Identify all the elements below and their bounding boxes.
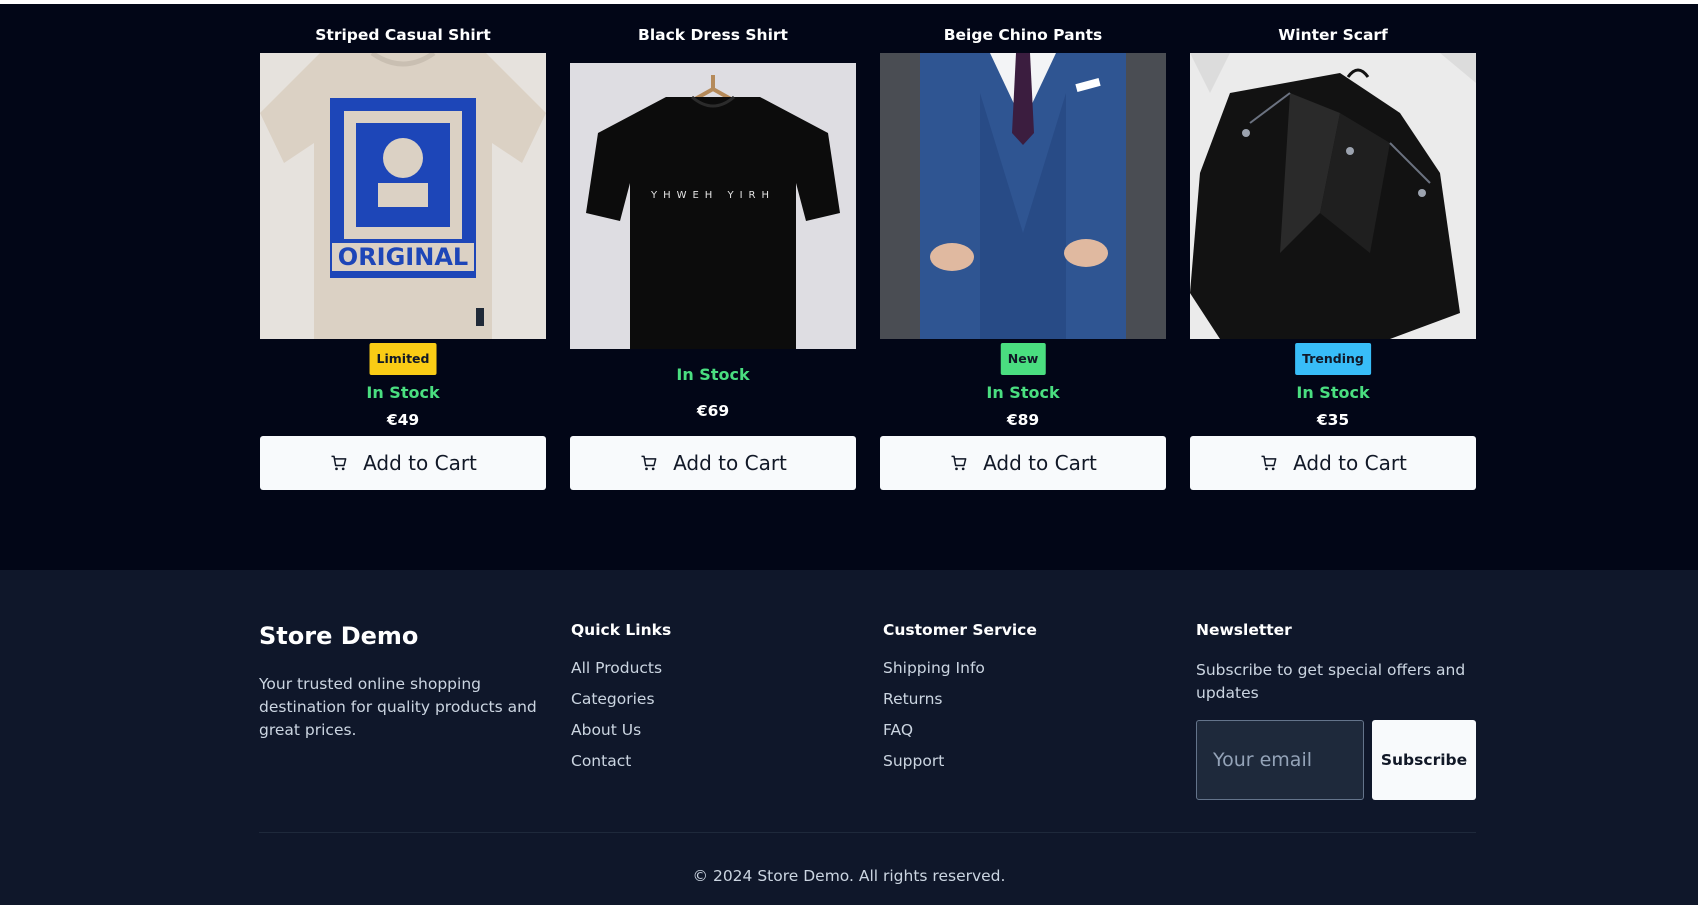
footer-brand: Store Demo bbox=[259, 622, 419, 650]
footer-link-shipping-info[interactable]: Shipping Info bbox=[883, 659, 985, 677]
product-image[interactable]: ORIGINAL bbox=[260, 53, 546, 339]
svg-text:YHWEH YIRH: YHWEH YIRH bbox=[650, 190, 775, 201]
newsletter-title: Newsletter bbox=[1196, 621, 1292, 639]
footer-tagline: Your trusted online shopping destination… bbox=[259, 675, 537, 739]
product-badge: Limited bbox=[369, 343, 437, 375]
svg-text:ORIGINAL: ORIGINAL bbox=[338, 243, 468, 271]
product-price: €89 bbox=[1006, 411, 1040, 429]
footer-divider bbox=[259, 832, 1476, 833]
add-to-cart-button[interactable]: Add to Cart bbox=[570, 436, 856, 490]
product-image[interactable] bbox=[1190, 53, 1476, 339]
product-price: €69 bbox=[696, 402, 730, 420]
product-price: €35 bbox=[1316, 411, 1350, 429]
button-label: Add to Cart bbox=[1293, 451, 1407, 475]
quick-links-title: Quick Links bbox=[571, 621, 672, 639]
footer-link-contact[interactable]: Contact bbox=[571, 752, 631, 770]
button-label: Add to Cart bbox=[983, 451, 1097, 475]
product-title: Winter Scarf bbox=[1278, 26, 1388, 44]
cart-icon bbox=[641, 455, 657, 471]
stock-status: In Stock bbox=[676, 365, 750, 384]
newsletter-text: Subscribe to get special offers and upda… bbox=[1196, 661, 1466, 702]
cart-icon bbox=[951, 455, 967, 471]
product-grid: Striped Casual Shirt ORIGINAL Limited In… bbox=[0, 4, 1698, 570]
footer-link-returns[interactable]: Returns bbox=[883, 690, 943, 708]
footer-link-faq[interactable]: FAQ bbox=[883, 721, 913, 739]
stock-status: In Stock bbox=[986, 383, 1060, 402]
stock-status: In Stock bbox=[366, 383, 440, 402]
newsletter-email-input[interactable] bbox=[1196, 720, 1364, 800]
product-image[interactable] bbox=[880, 53, 1166, 339]
add-to-cart-button[interactable]: Add to Cart bbox=[260, 436, 546, 490]
product-price: €49 bbox=[386, 411, 420, 429]
footer-link-categories[interactable]: Categories bbox=[571, 690, 655, 708]
stock-status: In Stock bbox=[1296, 383, 1370, 402]
product-badge: Trending bbox=[1295, 343, 1371, 375]
customer-service-title: Customer Service bbox=[883, 621, 1037, 639]
footer-link-about-us[interactable]: About Us bbox=[571, 721, 641, 739]
product-title: Striped Casual Shirt bbox=[315, 26, 491, 44]
product-image[interactable]: YHWEH YIRH bbox=[570, 63, 856, 349]
cart-icon bbox=[331, 455, 347, 471]
button-label: Add to Cart bbox=[673, 451, 787, 475]
cart-icon bbox=[1261, 455, 1277, 471]
copyright-text: © 2024 Store Demo. All rights reserved. bbox=[692, 867, 1006, 885]
product-title: Black Dress Shirt bbox=[638, 26, 788, 44]
footer-link-all-products[interactable]: All Products bbox=[571, 659, 662, 677]
add-to-cart-button[interactable]: Add to Cart bbox=[1190, 436, 1476, 490]
product-badge: New bbox=[1000, 343, 1046, 375]
site-footer: Store Demo Your trusted online shopping … bbox=[0, 570, 1698, 905]
footer-link-support[interactable]: Support bbox=[883, 752, 944, 770]
add-to-cart-button[interactable]: Add to Cart bbox=[880, 436, 1166, 490]
button-label: Add to Cart bbox=[363, 451, 477, 475]
subscribe-button[interactable]: Subscribe bbox=[1372, 720, 1476, 800]
product-title: Beige Chino Pants bbox=[943, 26, 1103, 44]
